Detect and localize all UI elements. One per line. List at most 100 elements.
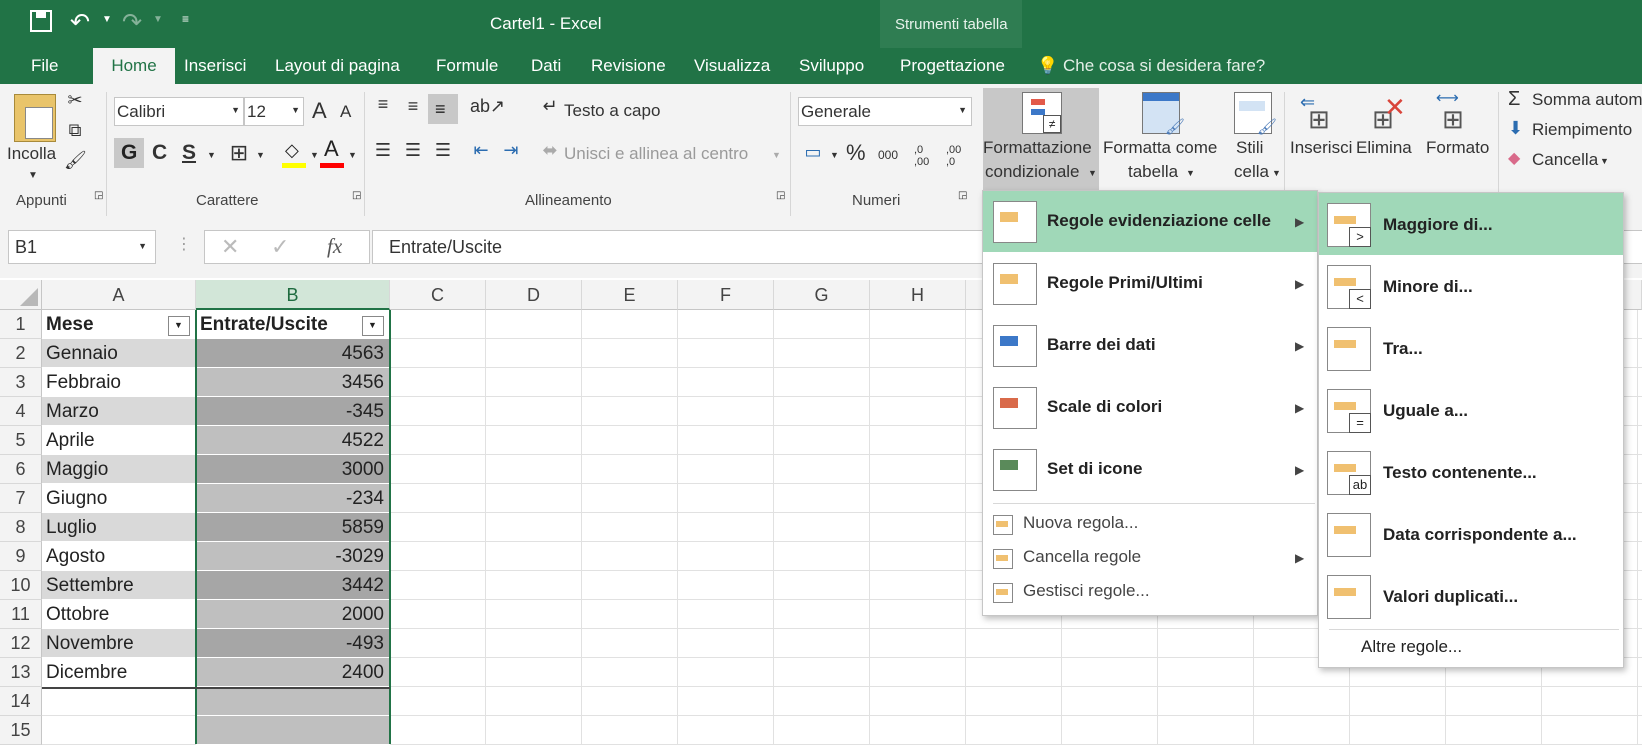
font-name-box[interactable]: Calibri ▼ (114, 97, 244, 126)
fill-down-icon[interactable]: ⬇ (1508, 118, 1523, 139)
autosum-button[interactable]: Somma autom (1532, 90, 1642, 110)
row-header[interactable]: 15 (0, 716, 42, 745)
font-color-dropdown-icon[interactable]: ▼ (348, 150, 357, 160)
align-top-icon[interactable]: ≡ (370, 94, 396, 115)
row-header[interactable]: 8 (0, 513, 42, 542)
column-header-a[interactable]: A (42, 280, 196, 310)
clear-button[interactable]: Cancella (1532, 150, 1598, 170)
align-middle-icon[interactable]: ≡ (400, 96, 426, 117)
format-as-table-label-2[interactable]: tabella (1128, 162, 1178, 182)
row-header[interactable]: 12 (0, 629, 42, 658)
submenu-item-greater-than[interactable]: Maggiore di... (1383, 215, 1493, 235)
tab-formule[interactable]: Formule (436, 48, 498, 84)
font-color-icon[interactable]: A (320, 136, 344, 168)
borders-dropdown-icon[interactable]: ▼ (256, 150, 265, 160)
align-left-icon[interactable]: ☰ (370, 140, 396, 161)
row-header[interactable]: 6 (0, 455, 42, 484)
format-cells-icon[interactable]: ⟷ ⊞ (1436, 90, 1476, 134)
decrease-indent-icon[interactable]: ⇤ (468, 140, 494, 161)
delete-cells-button[interactable]: Elimina (1356, 138, 1412, 158)
tab-sviluppo[interactable]: Sviluppo (799, 48, 864, 84)
column-header-b[interactable]: B (196, 280, 390, 310)
column-header-c[interactable]: C (390, 280, 486, 310)
submenu-item-less-than[interactable]: Minore di... (1383, 277, 1473, 297)
increase-decimal-button[interactable]: ,0 ,00 (914, 144, 940, 168)
decrease-decimal-button[interactable]: ,00 ,0 (946, 144, 972, 168)
tab-file[interactable]: File (31, 48, 58, 84)
column-header-e[interactable]: E (582, 280, 678, 310)
wrap-text-icon[interactable]: ↵ (538, 96, 562, 117)
tab-progettazione[interactable]: Progettazione (900, 48, 1005, 84)
insert-function-icon[interactable]: fx (327, 234, 342, 259)
underline-dropdown-icon[interactable]: ▼ (207, 150, 216, 160)
submenu-item-date-occurring[interactable]: Data corrispondente a... (1383, 525, 1577, 545)
table-dropdown-icon[interactable]: ▼ (1186, 168, 1195, 178)
tab-home[interactable]: Home (93, 48, 175, 84)
menu-item-manage-rules[interactable]: Gestisci regole... (1023, 581, 1150, 601)
cell-styles-icon[interactable]: 🖌 (1234, 92, 1277, 136)
submenu-item-text-contains[interactable]: Testo contenente... (1383, 463, 1537, 483)
grow-font-icon[interactable]: A (312, 98, 327, 124)
submenu-item-between[interactable]: Tra... (1383, 339, 1423, 359)
row-header[interactable]: 7 (0, 484, 42, 513)
customize-qat-icon[interactable]: ≡ (182, 12, 189, 26)
fill-button[interactable]: Riempimento (1532, 120, 1632, 140)
row-header[interactable]: 9 (0, 542, 42, 571)
select-all-corner[interactable] (0, 280, 42, 310)
undo-icon[interactable]: ↶ (70, 8, 90, 37)
eraser-icon[interactable]: ◆ (1508, 148, 1520, 168)
alignment-launcher-icon[interactable]: ◲ (776, 190, 785, 201)
menu-item-color-scales[interactable]: Scale di colori (1047, 397, 1162, 417)
row-header[interactable]: 1 (0, 310, 42, 339)
submenu-item-equal-to[interactable]: Uguale a... (1383, 401, 1468, 421)
shrink-font-icon[interactable]: A (340, 102, 351, 122)
row-header[interactable]: 2 (0, 339, 42, 368)
cell-styles-label-2[interactable]: cella (1234, 162, 1269, 182)
row-header[interactable]: 14 (0, 687, 42, 716)
tab-dati[interactable]: Dati (531, 48, 561, 84)
align-bottom-button[interactable]: ≡ (428, 94, 458, 124)
align-center-icon[interactable]: ☰ (400, 140, 426, 161)
format-painter-icon[interactable]: 🖌 (64, 150, 87, 171)
row-header[interactable]: 11 (0, 600, 42, 629)
menu-item-clear-rules[interactable]: Cancella regole (1023, 547, 1141, 567)
paste-button[interactable]: Incolla (7, 144, 56, 164)
menu-item-highlight-cells[interactable]: Regole evidenziazione celle (1047, 211, 1271, 231)
format-as-table-icon[interactable]: 🖌 (1142, 92, 1185, 136)
insert-cells-button[interactable]: Inserisci (1290, 138, 1352, 158)
clear-dropdown-icon[interactable]: ▼ (1600, 156, 1609, 166)
name-box[interactable]: B1 ▼ (8, 230, 156, 264)
italic-button[interactable]: C (152, 141, 167, 165)
number-launcher-icon[interactable]: ◲ (958, 190, 967, 201)
orientation-icon[interactable]: ab↗ (470, 96, 505, 117)
accounting-format-icon[interactable]: ▭ (800, 142, 826, 163)
row-header[interactable]: 5 (0, 426, 42, 455)
cell-styles-dropdown-icon[interactable]: ▼ (1272, 168, 1281, 178)
undo-dropdown-icon[interactable]: ▼ (102, 14, 112, 25)
cell-empty[interactable] (42, 687, 196, 716)
save-icon[interactable] (30, 10, 52, 32)
cell-styles-label-1[interactable]: Stili (1236, 138, 1263, 158)
tab-inserisci[interactable]: Inserisci (184, 48, 246, 84)
wrap-text-button[interactable]: Testo a capo (564, 101, 660, 121)
row-header[interactable]: 3 (0, 368, 42, 397)
cut-icon[interactable]: ✂ (64, 90, 86, 111)
fill-color-icon[interactable]: ◇ (282, 140, 306, 168)
borders-icon[interactable]: ⊞ (228, 140, 250, 166)
font-launcher-icon[interactable]: ◲ (352, 190, 361, 201)
thousands-button[interactable]: 000 (878, 148, 898, 162)
percent-button[interactable]: % (846, 140, 866, 166)
underline-button[interactable]: S (182, 141, 196, 165)
copy-icon[interactable]: ⧉ (64, 120, 86, 141)
row-header[interactable]: 13 (0, 658, 42, 687)
menu-item-top-bottom[interactable]: Regole Primi/Ultimi (1047, 273, 1203, 293)
more-rules-item[interactable]: Altre regole... (1361, 637, 1462, 657)
delete-cells-icon[interactable]: ⊞ ✕ (1366, 92, 1406, 134)
row-header[interactable]: 4 (0, 397, 42, 426)
accounting-dropdown-icon[interactable]: ▼ (830, 150, 839, 160)
menu-item-new-rule[interactable]: Nuova regola... (1023, 513, 1138, 533)
autosum-icon[interactable]: Σ (1508, 88, 1520, 111)
paste-dropdown-icon[interactable]: ▼ (28, 170, 38, 181)
number-format-box[interactable]: Generale ▼ (798, 97, 972, 126)
tab-layout[interactable]: Layout di pagina (275, 48, 400, 84)
